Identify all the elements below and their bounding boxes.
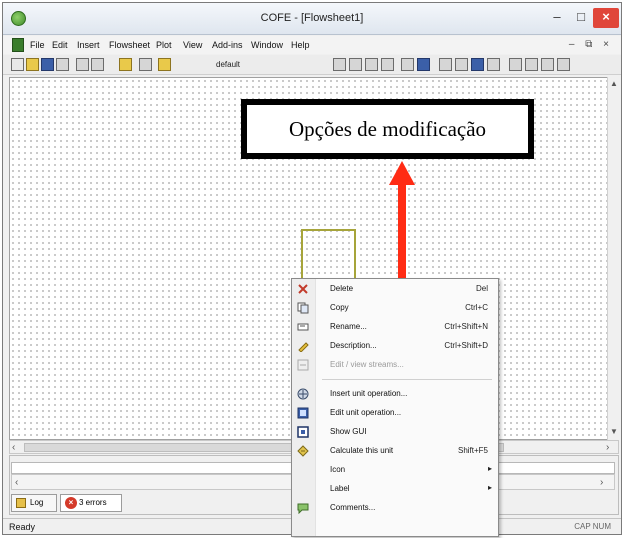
toolbar: default (3, 55, 621, 75)
insert-arrow-icon[interactable] (119, 58, 132, 71)
zoom-in-icon[interactable] (439, 58, 452, 71)
submenu-arrow-icon: ▸ (487, 464, 492, 473)
status-text: Ready (9, 522, 36, 532)
calculate-icon (297, 445, 309, 457)
zoom-fit-icon[interactable] (471, 58, 484, 71)
vertical-scrollbar[interactable]: ▲ ▼ (607, 77, 619, 440)
tab-errors-label: 3 errors (79, 498, 107, 507)
rename-icon (297, 323, 309, 331)
print-4-icon[interactable] (557, 58, 570, 71)
comments-icon (297, 503, 309, 514)
ctx-icon-submenu[interactable]: Icon ▸ (292, 461, 498, 480)
edit-pencil-icon[interactable] (158, 58, 171, 71)
submenu-arrow-icon: ▸ (487, 483, 492, 492)
stream-tool-4-icon[interactable] (381, 58, 394, 71)
properties-icon[interactable] (56, 58, 69, 71)
scroll-left-icon[interactable]: ‹ (12, 442, 15, 453)
stream-tool-icon[interactable] (333, 58, 346, 71)
edit-unit-icon (297, 407, 309, 419)
minimize-button[interactable]: – (547, 8, 567, 28)
ctx-insert-unit-operation[interactable]: Insert unit operation... (292, 385, 498, 404)
annotation-callout: Opções de modificação (241, 99, 534, 159)
save-icon[interactable] (41, 58, 54, 71)
print-2-icon[interactable] (525, 58, 538, 71)
window-title: COFE - [Flowsheet1] (260, 12, 364, 24)
mdi-window-controls[interactable]: – ⧉ × (569, 39, 613, 50)
stream-tool-2-icon[interactable] (349, 58, 362, 71)
unit-tool-2-icon[interactable] (417, 58, 430, 71)
menu-plot[interactable]: Plot (156, 40, 172, 50)
document-icon[interactable] (12, 38, 24, 52)
open-icon[interactable] (26, 58, 39, 71)
copy-toolbar-icon[interactable] (76, 58, 89, 71)
ctx-copy[interactable]: Copy Ctrl+C (292, 299, 498, 318)
streams-icon (297, 359, 309, 371)
tab-log[interactable]: Log (11, 494, 57, 512)
tab-log-label: Log (30, 498, 44, 507)
ctx-delete[interactable]: Delete Del (292, 280, 498, 299)
style-combo[interactable]: default (216, 60, 240, 69)
print-3-icon[interactable] (541, 58, 554, 71)
copy-icon (297, 302, 309, 314)
callout-text: Opções de modificação (247, 105, 528, 153)
ctx-show-gui[interactable]: Show GUI (292, 423, 498, 442)
log-icon (16, 498, 26, 508)
scroll-up-icon[interactable]: ▲ (610, 79, 618, 88)
ctx-calculate-this-unit[interactable]: Calculate this unit Shift+F5 (292, 442, 498, 461)
scroll-down-icon[interactable]: ▼ (610, 427, 618, 436)
ctx-edit-view-streams[interactable]: Edit / view streams... (292, 356, 498, 375)
menu-view[interactable]: View (183, 40, 202, 50)
context-menu-separator (322, 379, 492, 380)
title-bar: COFE - [Flowsheet1] – □ × (3, 3, 621, 35)
red-arrow-head-icon (389, 161, 415, 185)
delete-x-icon (298, 284, 308, 294)
insert-unit-icon (297, 388, 309, 400)
zoom-out-icon[interactable] (455, 58, 468, 71)
maximize-button[interactable]: □ (571, 8, 591, 28)
log-scroll-right-icon[interactable]: › (600, 477, 603, 488)
ctx-edit-unit-operation[interactable]: Edit unit operation... (292, 404, 498, 423)
menu-bar: File Edit Insert Flowsheet Plot View Add… (3, 36, 621, 54)
ctx-label-submenu[interactable]: Label ▸ (292, 480, 498, 499)
log-scroll-left-icon[interactable]: ‹ (15, 477, 18, 488)
menu-insert[interactable]: Insert (77, 40, 100, 50)
unit-tool-icon[interactable] (401, 58, 414, 71)
menu-add-ins[interactable]: Add-ins (212, 40, 243, 50)
ctx-description[interactable]: Description... Ctrl+Shift+D (292, 337, 498, 356)
menu-edit[interactable]: Edit (52, 40, 68, 50)
ctx-rename[interactable]: Rename... Ctrl+Shift+N (292, 318, 498, 337)
menu-help[interactable]: Help (291, 40, 310, 50)
paste-icon[interactable] (91, 58, 104, 71)
stream-tool-3-icon[interactable] (365, 58, 378, 71)
ctx-comments[interactable]: Comments... (292, 499, 498, 518)
menu-flowsheet[interactable]: Flowsheet (109, 40, 150, 50)
tab-errors[interactable]: × 3 errors (60, 494, 122, 512)
pan-hand-icon[interactable] (487, 58, 500, 71)
print-icon[interactable] (509, 58, 522, 71)
new-icon[interactable] (11, 58, 24, 71)
gui-icon (297, 426, 309, 438)
menu-file[interactable]: File (30, 40, 45, 50)
error-icon: × (65, 497, 77, 509)
close-button[interactable]: × (593, 8, 619, 28)
red-arrow-shaft (398, 183, 406, 278)
scroll-right-icon[interactable]: › (606, 442, 609, 453)
status-indicators: CAP NUM (574, 522, 611, 531)
context-menu: Delete Del Copy Ctrl+C Rename... Ctrl+Sh… (291, 278, 499, 537)
menu-window[interactable]: Window (251, 40, 283, 50)
description-icon (298, 342, 309, 352)
run-icon[interactable] (139, 58, 152, 71)
